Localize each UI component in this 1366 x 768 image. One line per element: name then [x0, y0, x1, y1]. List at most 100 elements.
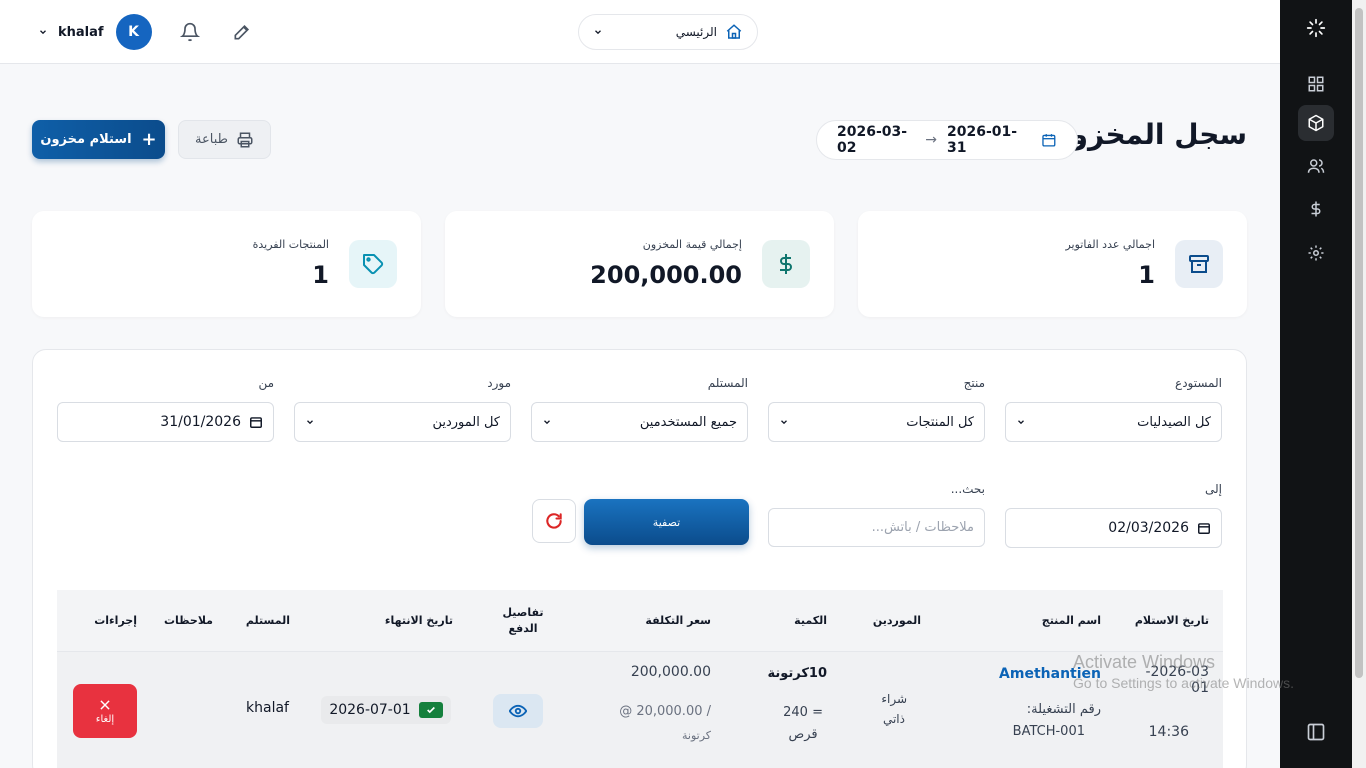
table-header: تاريخ الاستلام اسم المنتج الموردين الكمي…	[57, 590, 1223, 652]
stat-label: المنتجات الفريدة	[252, 238, 329, 251]
home-label: الرئيسي	[675, 25, 717, 39]
user-name: khalaf	[58, 24, 104, 40]
col-cost-price: سعر التكلفة	[645, 614, 711, 627]
loader-icon	[1298, 10, 1334, 46]
filter-button[interactable]: تصفية	[584, 499, 749, 545]
eye-icon	[509, 704, 527, 718]
top-header: khalaf K الرئيسي	[0, 0, 1280, 64]
print-label: طباعة	[195, 132, 228, 147]
view-payment-button[interactable]	[493, 694, 543, 728]
cancel-label: إلغاء	[95, 713, 115, 725]
stat-card-unique-products: المنتجات الفريدة 1	[32, 211, 421, 317]
check-icon	[418, 702, 443, 718]
page-scrollbar[interactable]	[1352, 0, 1366, 768]
supplier-label: مورد	[487, 376, 511, 390]
from-date-value: 31/01/2026	[160, 414, 241, 430]
stat-card-invoices: اجمالي عدد الفاتوير 1	[858, 211, 1247, 317]
date-range-picker[interactable]: 2026-03-02 → 2026-01-31	[816, 120, 1078, 160]
receiver-value: جميع المستخدمين	[639, 414, 737, 430]
col-payment-details: تفاصيل الدفع	[502, 606, 544, 635]
sidebar-toggle-icon[interactable]	[1298, 714, 1334, 750]
cost-total: 200,000.00	[630, 664, 711, 680]
batch-number: BATCH-001	[1012, 724, 1085, 739]
col-receiver: المستلم	[245, 614, 290, 627]
expiry-date: 2026-07-01	[329, 702, 411, 718]
from-date-label: من	[258, 376, 274, 390]
col-quantity: الكمية	[794, 614, 827, 627]
dollar-icon[interactable]	[1298, 191, 1334, 227]
stat-value: 200,000.00	[590, 261, 742, 289]
settings-gear-icon[interactable]	[1298, 235, 1334, 271]
bell-icon[interactable]	[178, 20, 202, 44]
inventory-box-icon[interactable]	[1298, 105, 1334, 141]
product-select[interactable]: كل المنتجات	[768, 402, 985, 442]
archive-icon	[1175, 240, 1223, 288]
from-date-input[interactable]: 31/01/2026	[57, 402, 274, 442]
receiver-label: المستلم	[707, 376, 748, 390]
received-time: 14:36	[1148, 724, 1189, 740]
watermark-line2: Go to Settings to activate Windows.	[1073, 675, 1294, 691]
date-range-start: 2026-01-31	[947, 124, 1018, 156]
supplier-value: كل الموردين	[432, 414, 500, 430]
tag-icon	[349, 240, 397, 288]
search-label: بحث...	[950, 482, 985, 496]
col-suppliers: الموردين	[872, 614, 921, 627]
home-selector[interactable]: الرئيسي	[578, 14, 758, 50]
quantity-equivalent-line2: قرص	[788, 727, 818, 742]
warehouse-label: المستودع	[1175, 376, 1222, 390]
edit-pen-icon[interactable]	[230, 20, 254, 44]
stat-label: اجمالي عدد الفاتوير	[1065, 238, 1155, 251]
reset-filters-button[interactable]	[532, 499, 576, 543]
print-button[interactable]: طباعة	[178, 120, 271, 159]
cost-per-unit-line1: @ 20,000.00 /	[619, 704, 711, 719]
chevron-down-icon	[1018, 420, 1024, 425]
search-input[interactable]: ملاحظات / باتش...	[768, 508, 985, 547]
calendar-icon	[1042, 134, 1056, 147]
chevron-down-icon	[307, 420, 313, 425]
windows-activation-watermark: Activate Windows Go to Settings to activ…	[1073, 652, 1294, 691]
receive-stock-label: استلام مخزون	[40, 132, 132, 147]
to-date-input[interactable]: 02/03/2026	[1005, 508, 1222, 548]
expiry-date-chip: 2026-07-01	[321, 696, 451, 724]
warehouse-select[interactable]: كل الصيدليات	[1005, 402, 1222, 442]
chevron-down-icon	[781, 420, 787, 425]
supplier-select[interactable]: كل الموردين	[294, 402, 511, 442]
cost-per-unit: @ 20,000.00 / كرتونة	[619, 700, 711, 748]
chevron-down-icon	[595, 30, 601, 35]
search-placeholder: ملاحظات / باتش...	[871, 520, 974, 535]
home-icon	[726, 24, 742, 39]
refresh-icon	[546, 513, 562, 529]
date-range-end: 2026-03-02	[837, 124, 908, 156]
quantity-equivalent-line1: = 240	[783, 705, 823, 720]
table-row: 2026-03- 01 14:36 Amethantien رقم التشغي…	[57, 652, 1223, 768]
supplier-line1: شراء	[881, 692, 907, 706]
dashboard-icon[interactable]	[1298, 66, 1334, 102]
scrollbar-thumb[interactable]	[1355, 8, 1363, 678]
filter-and-table-panel: المستودع منتج المستلم مورد من كل الصيدلي…	[32, 349, 1247, 768]
chevron-down-icon	[544, 420, 550, 425]
dollar-icon	[762, 240, 810, 288]
to-date-value: 02/03/2026	[1108, 520, 1189, 536]
close-icon	[100, 699, 110, 710]
plus-icon: +	[141, 128, 157, 150]
arrow-right-icon: →	[925, 132, 937, 148]
stat-value: 1	[312, 261, 329, 289]
warehouse-value: كل الصيدليات	[1137, 414, 1211, 430]
cancel-button[interactable]: إلغاء	[73, 684, 137, 738]
receive-stock-button[interactable]: + استلام مخزون	[32, 120, 165, 159]
stat-card-stock-value: إجمالي قيمة المخزون 200,000.00	[445, 211, 834, 317]
product-label: منتج	[963, 376, 985, 390]
batch-label: رقم التشغيلة:	[1026, 702, 1101, 717]
product-value: كل المنتجات	[906, 414, 974, 430]
receiver-select[interactable]: جميع المستخدمين	[531, 402, 748, 442]
stat-value: 1	[1138, 261, 1155, 289]
col-expiry-date: تاريخ الانتهاء	[384, 614, 453, 627]
quantity-equivalent: = 240 قرص	[783, 702, 823, 746]
users-icon[interactable]	[1298, 148, 1334, 184]
col-notes: ملاحظات	[164, 614, 213, 627]
printer-icon	[237, 132, 253, 147]
quantity-main: 10كرتونة	[767, 666, 827, 681]
calendar-icon	[1198, 523, 1210, 534]
receiver-name: khalaf	[246, 700, 289, 716]
user-menu[interactable]: khalaf K	[38, 14, 152, 50]
